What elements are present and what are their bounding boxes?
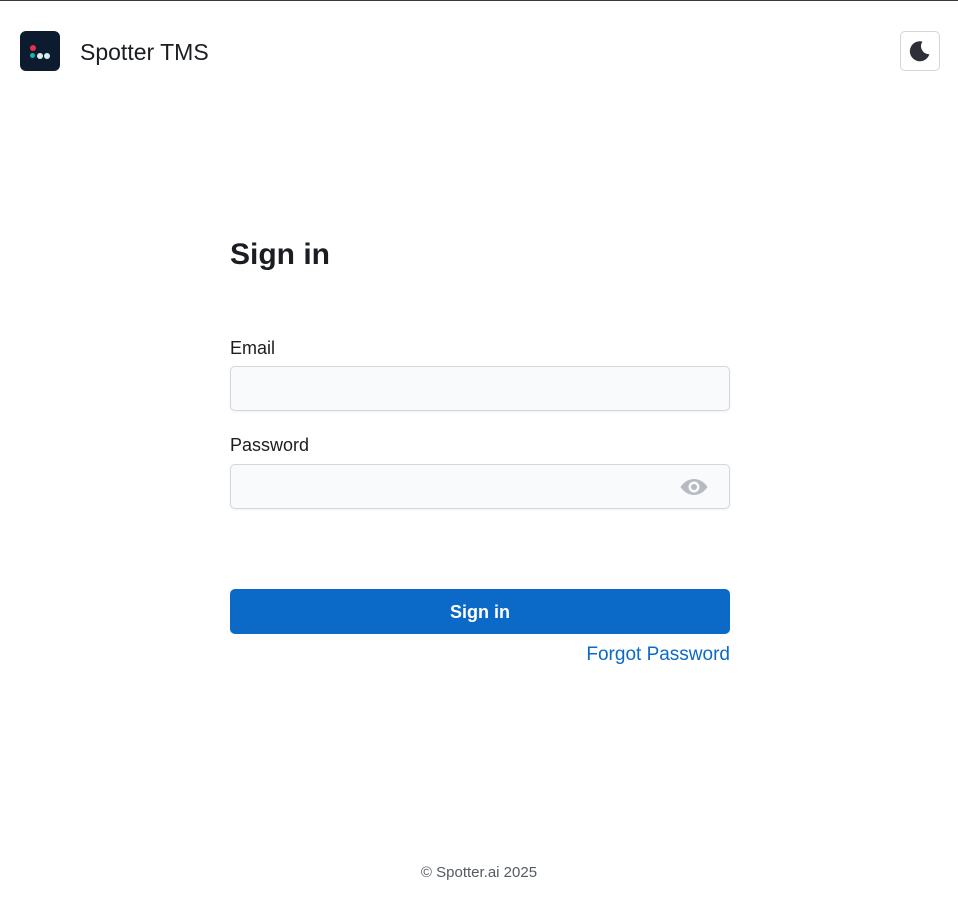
email-field-wrapper bbox=[230, 366, 730, 411]
top-bar: Spotter TMS bbox=[0, 1, 958, 103]
login-page: Spotter TMS Sign in Email Password Sign … bbox=[0, 0, 958, 911]
forgot-password-link[interactable]: Forgot Password bbox=[586, 643, 730, 667]
spotter-logo-icon bbox=[20, 31, 60, 71]
logo-dot-red bbox=[30, 45, 36, 51]
email-field[interactable] bbox=[231, 367, 729, 410]
moon-icon bbox=[909, 41, 930, 62]
toggle-password-visibility-button[interactable] bbox=[679, 476, 709, 498]
theme-toggle-button[interactable] bbox=[900, 31, 940, 71]
sign-in-button[interactable]: Sign in bbox=[230, 589, 730, 634]
logo-dot-light bbox=[37, 53, 43, 59]
password-field-wrapper bbox=[230, 464, 730, 509]
password-label: Password bbox=[230, 435, 310, 455]
email-label: Email bbox=[230, 338, 276, 358]
eye-icon bbox=[680, 479, 708, 495]
page-title: Sign in bbox=[230, 238, 330, 271]
footer-copyright: © Spotter.ai 2025 bbox=[420, 864, 538, 881]
logo-dot-teal bbox=[30, 53, 35, 58]
app-title: Spotter TMS bbox=[80, 39, 209, 65]
password-field[interactable] bbox=[231, 465, 729, 508]
logo-dot-light bbox=[44, 53, 50, 59]
